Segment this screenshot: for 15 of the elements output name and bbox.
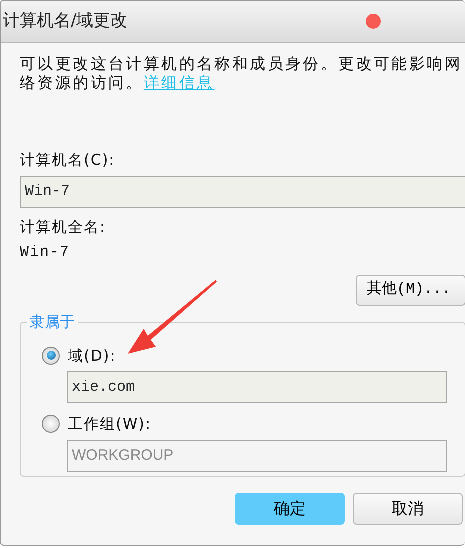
radio-label: 工作组(W): [68, 414, 152, 435]
full-name-label: 计算机全名: [20, 216, 108, 238]
computer-name-field[interactable]: Win-7 [20, 176, 465, 208]
other-button[interactable]: 其他(M)... [356, 274, 465, 306]
description-text: 可以更改这台计算机的名称和成员身份。更改可能影响网 络资源的访问。详细信息 [20, 55, 464, 93]
radio-button[interactable] [42, 346, 60, 365]
computer-name-label: 计算机名(C): [20, 150, 116, 171]
window-title: 计算机名/域更改 [3, 10, 128, 33]
domain-field[interactable]: xie.com [67, 371, 447, 403]
cancel-button[interactable]: 取消 [353, 492, 463, 524]
group-legend: 隶属于 [27, 312, 78, 330]
radio-label: 域(D): [68, 346, 116, 366]
ok-button[interactable]: 确定 [235, 492, 345, 524]
full-name-value: Win-7 [20, 243, 72, 263]
close-button[interactable] [366, 14, 381, 29]
